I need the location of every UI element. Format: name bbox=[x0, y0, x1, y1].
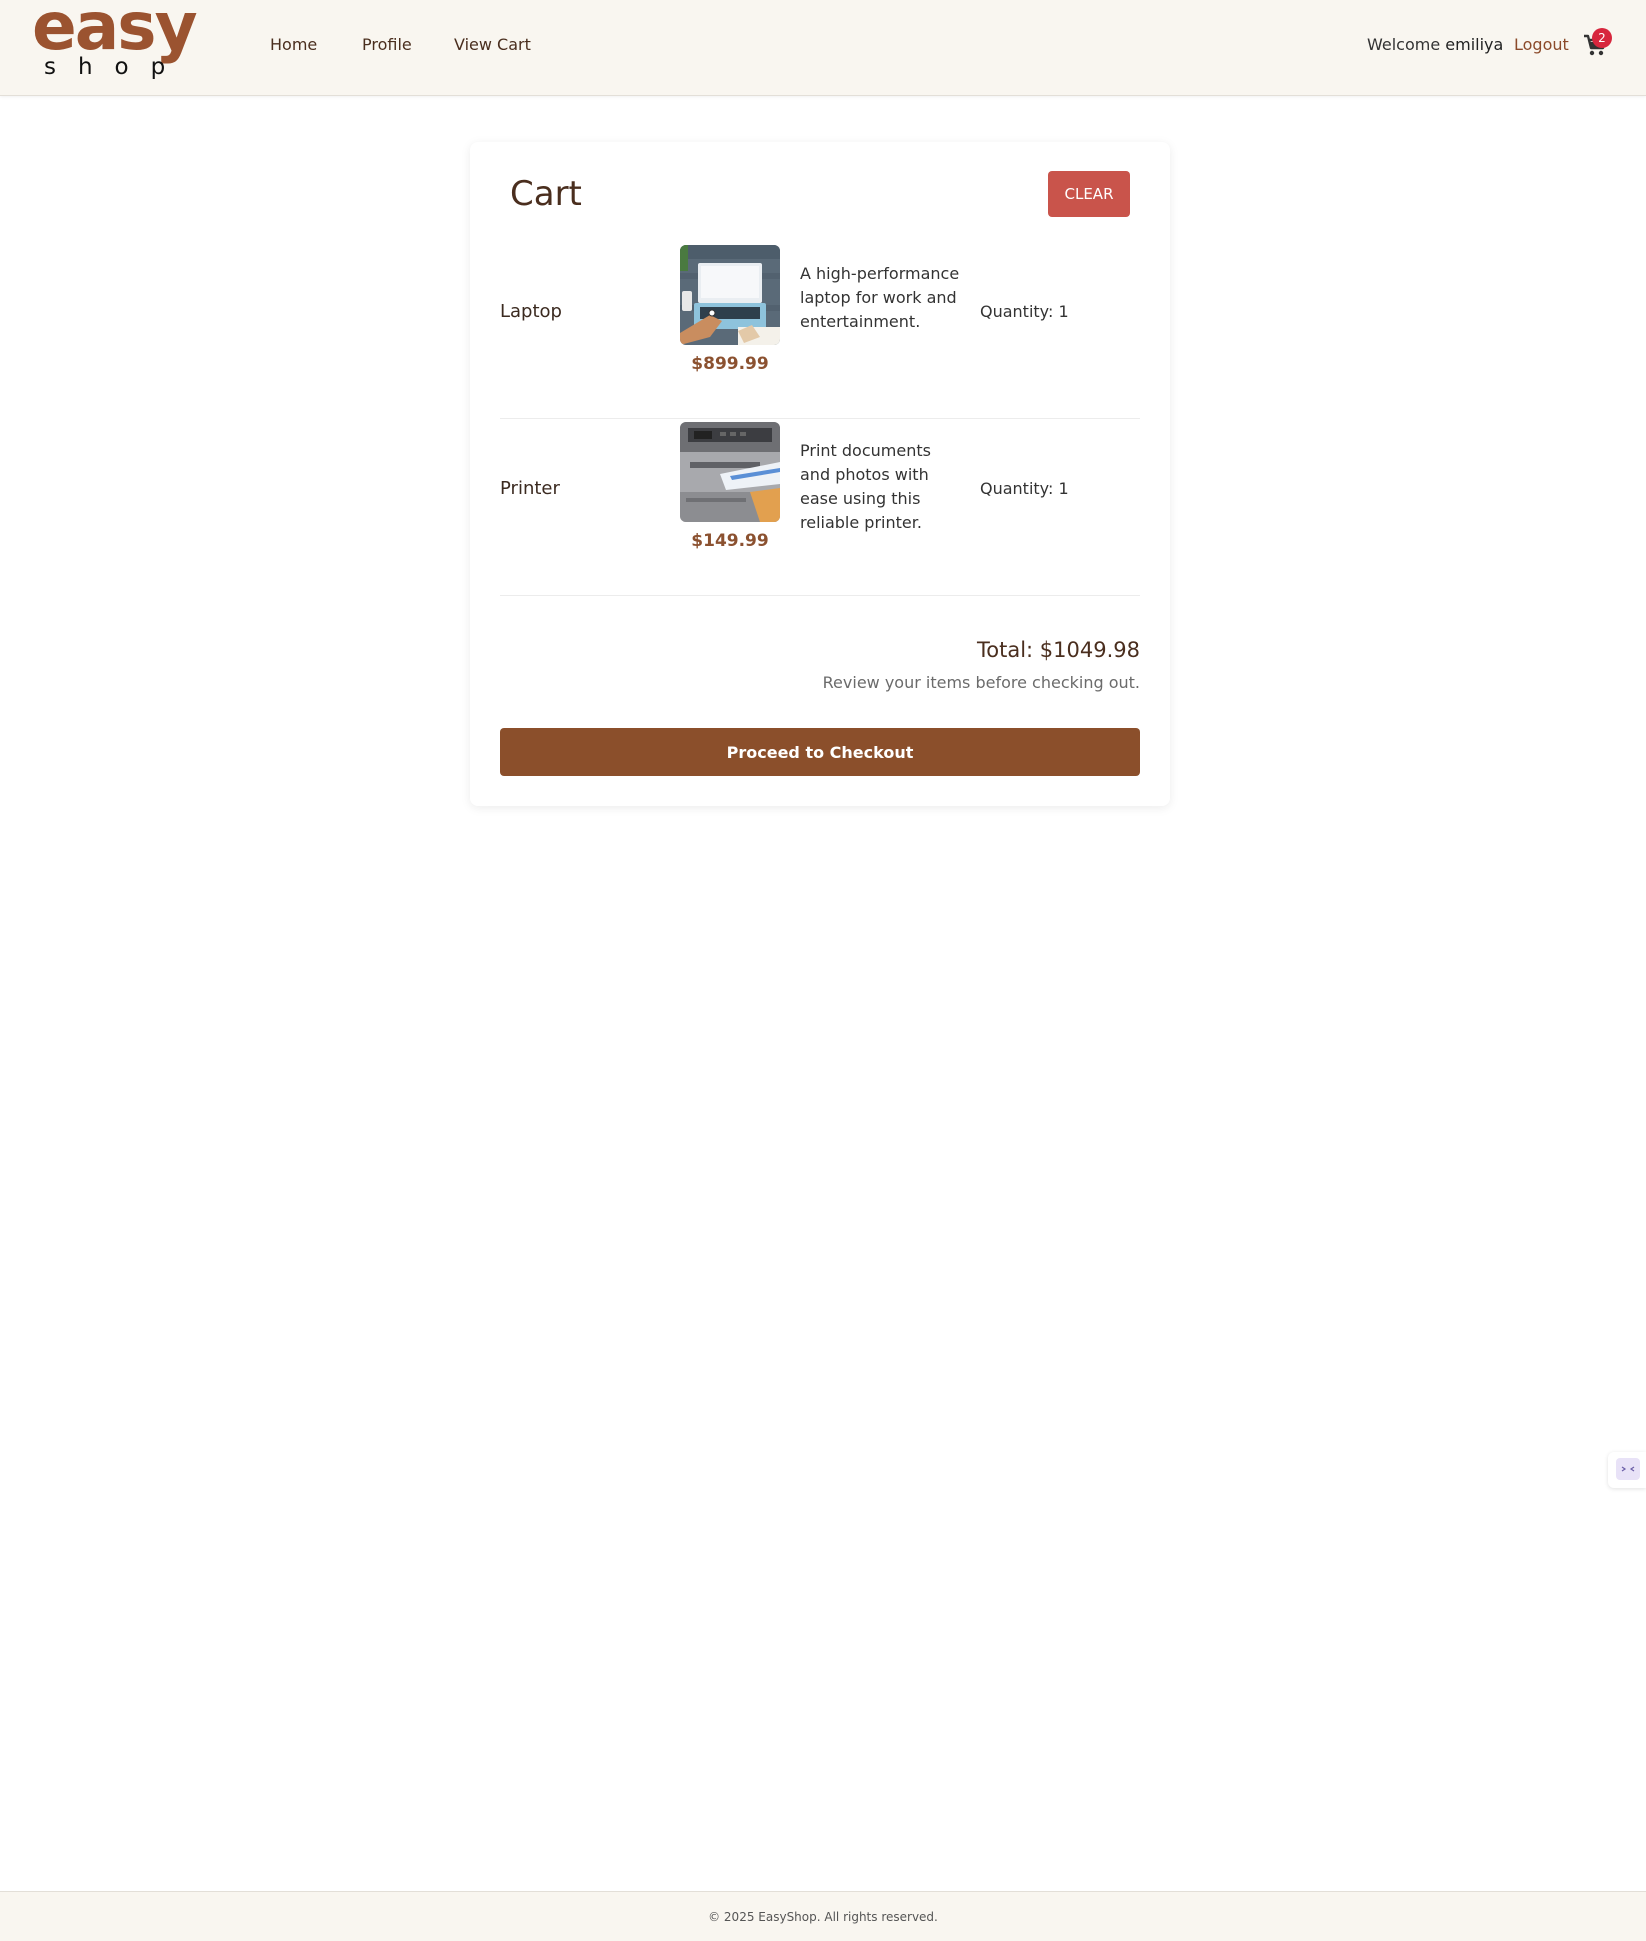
cart-total: Total: $1049.98 bbox=[977, 638, 1140, 662]
clear-cart-button[interactable]: CLEAR bbox=[1048, 171, 1130, 217]
cart-item-name: Laptop bbox=[500, 301, 562, 322]
cart-item-name: Printer bbox=[500, 478, 560, 499]
cart-title: Cart bbox=[510, 174, 582, 214]
footer-copyright: © 2025 EasyShop. All rights reserved. bbox=[708, 1910, 938, 1924]
top-navbar: easy shop Home Profile View Cart Welcome… bbox=[0, 0, 1646, 96]
nav-home-link[interactable]: Home bbox=[270, 34, 317, 56]
easyshop-logo[interactable]: easy shop bbox=[32, 0, 224, 88]
cart-item: Printer $149.99 Print documents and phot… bbox=[500, 419, 1140, 596]
proceed-to-checkout-button[interactable]: Proceed to Checkout bbox=[500, 728, 1140, 776]
username: emiliya bbox=[1445, 35, 1504, 54]
page-footer: © 2025 EasyShop. All rights reserved. bbox=[0, 1891, 1646, 1941]
cart-card: Cart CLEAR Laptop $899.99 A high-perform… bbox=[470, 142, 1170, 806]
cart-item-price: $899.99 bbox=[691, 354, 769, 374]
logo-wordmark-shop: shop bbox=[44, 54, 188, 80]
cart-item-quantity: Quantity: 1 bbox=[980, 302, 1069, 321]
cart-item-quantity: Quantity: 1 bbox=[980, 479, 1069, 498]
review-note: Review your items before checking out. bbox=[822, 673, 1140, 692]
laptop-product-image[interactable] bbox=[680, 245, 780, 345]
chat-widget-icon bbox=[1616, 1458, 1640, 1480]
cart-count-badge: 2 bbox=[1592, 28, 1612, 48]
cart-item-price: $149.99 bbox=[691, 531, 769, 551]
logout-link[interactable]: Logout bbox=[1514, 34, 1569, 56]
welcome-label: Welcome bbox=[1367, 35, 1441, 54]
cart-item-description: Print documents and photos with ease usi… bbox=[800, 441, 931, 532]
logo-wordmark-easy: easy bbox=[32, 0, 198, 65]
nav-profile-link[interactable]: Profile bbox=[362, 34, 412, 56]
cart-item-description: A high-performance laptop for work and e… bbox=[800, 264, 960, 331]
printer-product-image[interactable] bbox=[680, 422, 780, 522]
cart-item: Laptop $899.99 A high-performance laptop… bbox=[500, 242, 1140, 419]
welcome-message: Welcome emiliya bbox=[1367, 34, 1503, 56]
chat-widget-button[interactable] bbox=[1608, 1452, 1646, 1488]
nav-view-cart-link[interactable]: View Cart bbox=[454, 34, 531, 56]
